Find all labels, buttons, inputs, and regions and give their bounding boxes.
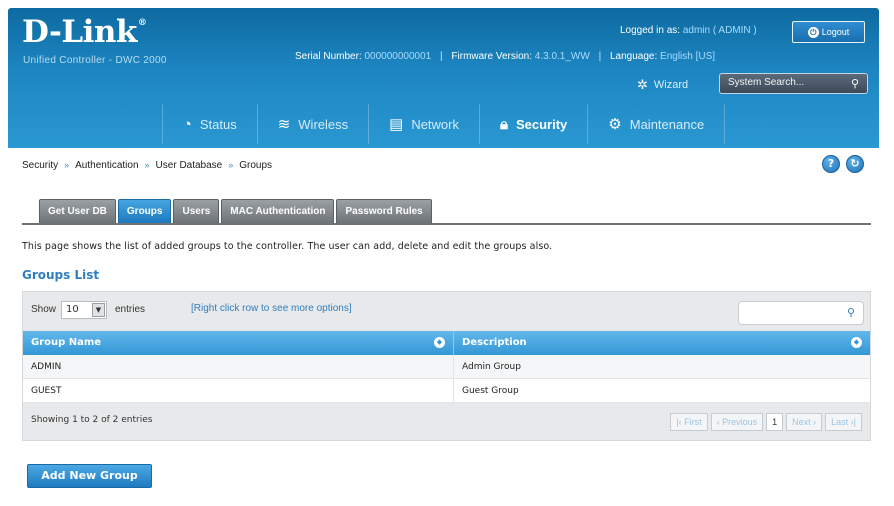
cell-description: Guest Group: [462, 386, 519, 396]
pagination: |‹ First ‹ Previous 1 Next › Last ›|: [670, 413, 862, 431]
column-header-group-name[interactable]: Group Name ◆: [23, 331, 454, 355]
nav-security[interactable]: 🔒︎ Security: [479, 104, 587, 144]
first-page-button[interactable]: |‹ First: [670, 413, 708, 431]
nav-wireless[interactable]: ≋ Wireless: [256, 104, 368, 144]
cell-group-name: ADMIN: [23, 355, 454, 379]
table-toolbar: Show 10 ▼ entries [Right click row to se…: [23, 292, 870, 331]
main-nav: ◔ Status ≋ Wireless ▤ Network 🔒︎ Securit…: [8, 104, 879, 144]
gears-icon: ⚙: [608, 116, 622, 133]
next-page-button[interactable]: Next ›: [786, 413, 823, 431]
entries-per-page-select[interactable]: 10 ▼: [61, 301, 107, 319]
tab-underline: [22, 223, 871, 225]
nav-status[interactable]: ◔ Status: [161, 104, 257, 144]
column-header-description[interactable]: Description ◆: [454, 331, 870, 355]
nav-network[interactable]: ▤ Network: [368, 104, 479, 144]
breadcrumb-authentication[interactable]: Authentication: [75, 160, 138, 171]
tab-groups[interactable]: Groups: [117, 199, 172, 223]
tab-password-rules[interactable]: Password Rules: [336, 199, 432, 223]
table-search-input[interactable]: ⚲: [738, 301, 864, 325]
right-click-hint: [Right click row to see more options]: [191, 303, 352, 314]
sort-icon[interactable]: ◆: [851, 337, 862, 348]
cell-description: Admin Group: [462, 362, 521, 372]
serial-number: 000000000001: [364, 51, 432, 62]
dlink-logo: D-Link®: [22, 14, 147, 50]
logged-in-user: admin ( ADMIN ): [682, 25, 757, 36]
wifi-icon: ≋: [277, 116, 291, 133]
system-search-input[interactable]: System Search... ⚲: [719, 73, 868, 94]
page-description: This page shows the list of added groups…: [22, 241, 553, 252]
chevron-down-icon[interactable]: ▼: [92, 303, 105, 317]
firmware-version: 4.3.0.1_WW: [534, 51, 590, 62]
breadcrumb: Security» Authentication» User Database» Gr…: [22, 160, 273, 171]
logged-in-info: Logged in as: admin ( ADMIN ): [620, 25, 757, 36]
nav-maintenance[interactable]: ⚙ Maintenance: [587, 104, 726, 144]
page-tools: ? ↻: [822, 155, 864, 173]
add-new-group-button[interactable]: Add New Group: [27, 464, 152, 488]
tab-users[interactable]: Users: [173, 199, 220, 223]
wizard-link[interactable]: ✲ Wizard: [637, 77, 688, 93]
table-row[interactable]: ADMIN Admin Group: [23, 355, 870, 379]
cell-group-name: GUEST: [23, 379, 454, 403]
previous-page-button[interactable]: ‹ Previous: [710, 413, 764, 431]
device-info: Serial Number: 000000000001 | Firmware V…: [295, 51, 716, 62]
table-footer: Showing 1 to 2 of 2 entries |‹ First ‹ P…: [23, 403, 870, 440]
entries-label: entries: [115, 304, 146, 315]
last-page-button[interactable]: Last ›|: [825, 413, 862, 431]
show-label: Show: [31, 304, 57, 315]
search-icon: ⚲: [846, 306, 855, 319]
monitor-icon: ▤: [389, 116, 404, 133]
language-link[interactable]: English [US]: [660, 51, 715, 62]
section-title: Groups List: [22, 268, 100, 282]
help-icon[interactable]: ?: [822, 155, 840, 173]
power-icon: ⏻: [807, 26, 819, 38]
refresh-icon[interactable]: ↻: [846, 155, 864, 173]
product-subtitle: Unified Controller - DWC 2000: [23, 55, 167, 66]
gauge-icon: ◔: [182, 115, 192, 133]
entries-summary: Showing 1 to 2 of 2 entries: [31, 415, 153, 425]
tab-get-user-db[interactable]: Get User DB: [39, 199, 116, 223]
sort-icon[interactable]: ◆: [434, 337, 445, 348]
tab-mac-authentication[interactable]: MAC Authentication: [221, 199, 335, 223]
breadcrumb-user-database[interactable]: User Database: [156, 160, 223, 171]
magic-wand-icon: ✲: [637, 77, 648, 92]
table-row[interactable]: GUEST Guest Group: [23, 379, 870, 403]
page-number[interactable]: 1: [766, 413, 784, 431]
breadcrumb-security[interactable]: Security: [22, 160, 58, 171]
search-icon[interactable]: ⚲: [851, 77, 859, 90]
breadcrumb-groups: Groups: [239, 160, 273, 171]
table-header: Group Name ◆ Description ◆: [23, 331, 870, 355]
tab-bar: Get User DB Groups Users MAC Authenticat…: [39, 199, 432, 223]
logout-button[interactable]: ⏻ Logout: [792, 21, 865, 43]
lock-icon: 🔒︎: [500, 115, 508, 133]
groups-table-panel: Show 10 ▼ entries [Right click row to se…: [22, 291, 871, 441]
